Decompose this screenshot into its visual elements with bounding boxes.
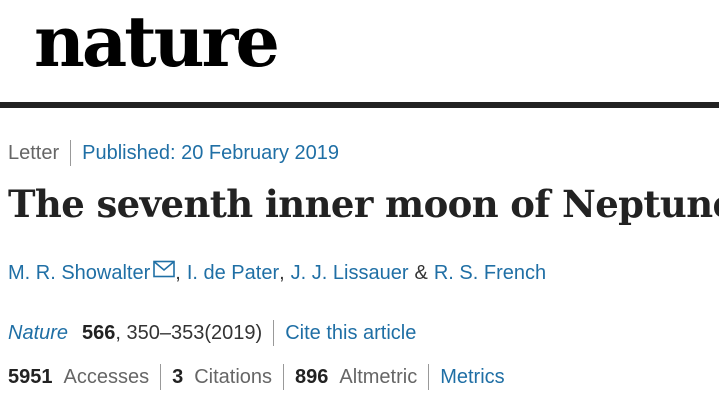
- author-ampersand: &: [414, 262, 428, 284]
- masthead: nature: [0, 0, 719, 103]
- author-list: M. R. Showalter , I. de Pater , J. J. Li…: [8, 260, 546, 286]
- metrics-divider: [428, 364, 430, 390]
- published-date: Published: 20 February 2019: [82, 142, 339, 164]
- accesses-label: Accesses: [63, 366, 150, 388]
- journal-year: (2019): [204, 322, 263, 344]
- author-lissauer[interactable]: J. J. Lissauer: [291, 260, 409, 286]
- metrics-divider: [160, 364, 162, 390]
- metrics-link[interactable]: Metrics: [440, 364, 504, 390]
- accesses-count: 5951: [8, 366, 53, 388]
- metrics-bar: 5951 Accesses 3 Citations 896 Altmetric …: [8, 364, 505, 390]
- author-showalter[interactable]: M. R. Showalter: [8, 260, 150, 286]
- altmetric-count: 896: [295, 366, 329, 388]
- journal-pages: , 350–353: [115, 322, 205, 344]
- journal-name[interactable]: Nature: [8, 320, 68, 346]
- journal-volume: 566: [82, 322, 116, 344]
- altmetric-label: Altmetric: [339, 366, 418, 388]
- citation-line: Nature 566 , 350–353 (2019) Cite this ar…: [8, 320, 416, 346]
- meta-divider: [70, 140, 72, 166]
- metrics-divider: [283, 364, 285, 390]
- citations-label: Citations: [194, 366, 273, 388]
- nature-logo[interactable]: nature: [34, 2, 280, 82]
- cite-this-article-link[interactable]: Cite this article: [285, 320, 416, 346]
- citation-divider: [273, 320, 275, 346]
- envelope-icon[interactable]: [153, 259, 176, 278]
- article-meta: Letter Published: 20 February 2019: [8, 140, 339, 166]
- article-type-label: Letter: [8, 142, 60, 164]
- author-separator: ,: [175, 262, 181, 284]
- author-de-pater[interactable]: I. de Pater: [187, 260, 279, 286]
- citations-count: 3: [172, 366, 184, 388]
- author-french[interactable]: R. S. French: [434, 260, 546, 286]
- article-title: The seventh inner moon of Neptune: [8, 182, 719, 226]
- author-separator: ,: [279, 262, 285, 284]
- masthead-divider: [0, 102, 719, 108]
